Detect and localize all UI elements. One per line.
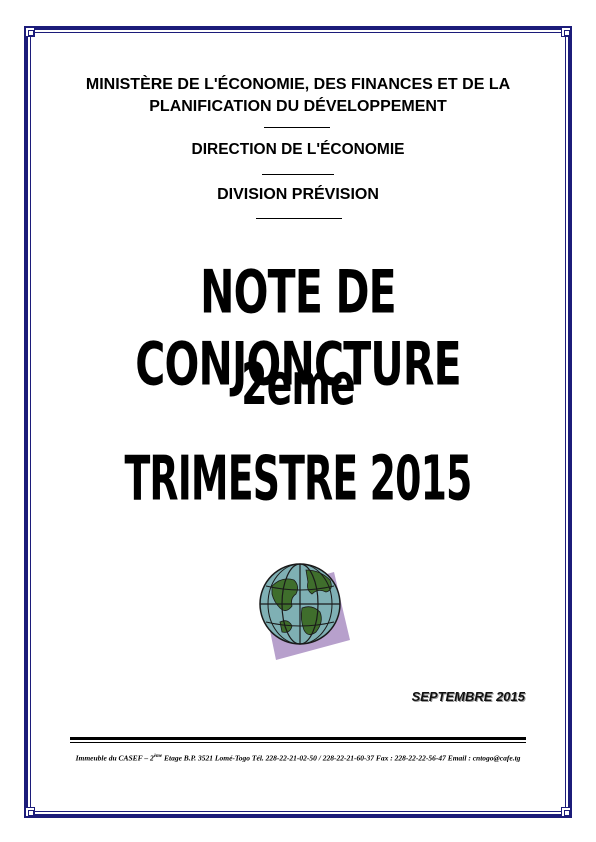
separator-line — [256, 218, 342, 219]
footer-rule — [70, 742, 526, 743]
border-corner-ornament — [561, 27, 571, 37]
title-line-2: 2eme — [241, 350, 355, 418]
division-heading: DIVISION PRÉVISION — [217, 186, 379, 203]
ministry-heading: MINISTÈRE DE L'ÉCONOMIE, DES FINANCES ET… — [85, 76, 511, 115]
footer-address-rest: Etage B.P. 3521 Lomé-Togo Tél. 228-22-21… — [162, 753, 521, 763]
border-corner-ornament — [25, 27, 35, 37]
footer-address: Immeuble du CASEF – 2ème Etage B.P. 3521… — [70, 752, 526, 764]
footer-rule — [70, 737, 526, 740]
globe-land — [305, 569, 332, 595]
footer-address-prefix: Immeuble du CASEF – 2 — [75, 753, 154, 763]
separator-line — [264, 127, 330, 128]
direction-heading: DIRECTION DE L'ÉCONOMIE — [191, 141, 405, 158]
title-line-3: TRIMESTRE 2015 — [124, 443, 472, 515]
separator-line — [262, 174, 334, 175]
globe-icon — [250, 556, 354, 660]
publication-date: SEPTEMBRE 2015 — [411, 689, 525, 704]
footer-address-sup: ème — [153, 754, 163, 759]
border-corner-ornament — [25, 807, 35, 817]
border-corner-ornament — [561, 807, 571, 817]
